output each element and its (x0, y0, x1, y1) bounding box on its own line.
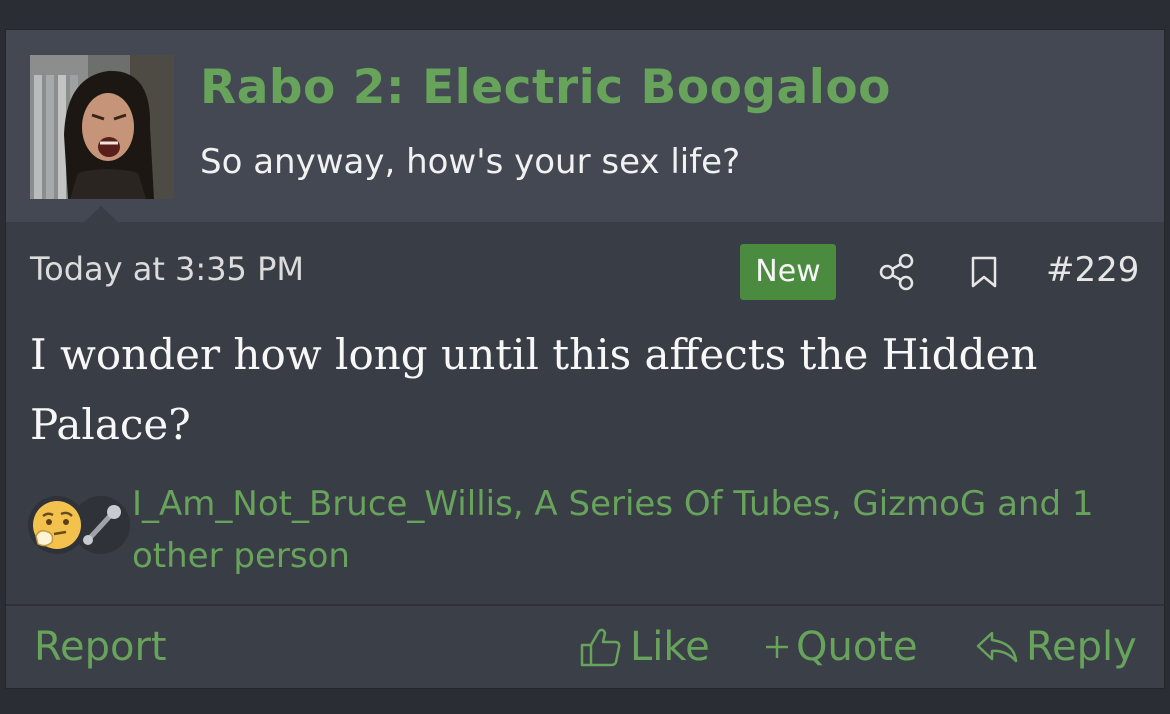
post-date[interactable]: Today at 3:35 PM (30, 250, 304, 288)
like-button[interactable]: Like (578, 624, 710, 670)
report-button[interactable]: Report (34, 624, 167, 670)
author-name[interactable]: Rabo 2: Electric Boogaloo (200, 60, 891, 115)
reply-label: Reply (1026, 624, 1137, 670)
avatar-image (30, 55, 174, 199)
plus-icon (762, 632, 792, 662)
like-label: Like (630, 624, 710, 670)
forum-post: Rabo 2: Electric Boogaloo So anyway, how… (6, 30, 1164, 688)
reply-arrow-icon (974, 627, 1020, 667)
reaction-icons[interactable] (26, 496, 130, 560)
author-user-title: So anyway, how's your sex life? (200, 142, 741, 182)
page: Rabo 2: Electric Boogaloo So anyway, how… (0, 0, 1170, 714)
quote-button[interactable]: Quote (762, 624, 918, 670)
post-body-text: I wonder how long until this affects the… (30, 330, 1038, 449)
thinking-face-icon (28, 496, 86, 554)
new-badge: New (740, 244, 836, 300)
post-header: Rabo 2: Electric Boogaloo So anyway, how… (6, 30, 1164, 222)
share-icon[interactable] (878, 252, 916, 292)
header-pointer (84, 206, 118, 222)
quote-label: Quote (796, 624, 918, 670)
reply-button[interactable]: Reply (974, 624, 1137, 670)
user-avatar[interactable] (30, 55, 174, 199)
bookmark-icon[interactable] (970, 255, 998, 289)
post-footer: Report Like Quote Reply (6, 606, 1164, 688)
report-label: Report (34, 624, 167, 670)
thumbs-up-icon (578, 625, 624, 669)
reaction-users-link[interactable]: I_Am_Not_Bruce_Willis, A Series Of Tubes… (132, 478, 1142, 582)
post-number-link[interactable]: #229 (1046, 250, 1139, 290)
